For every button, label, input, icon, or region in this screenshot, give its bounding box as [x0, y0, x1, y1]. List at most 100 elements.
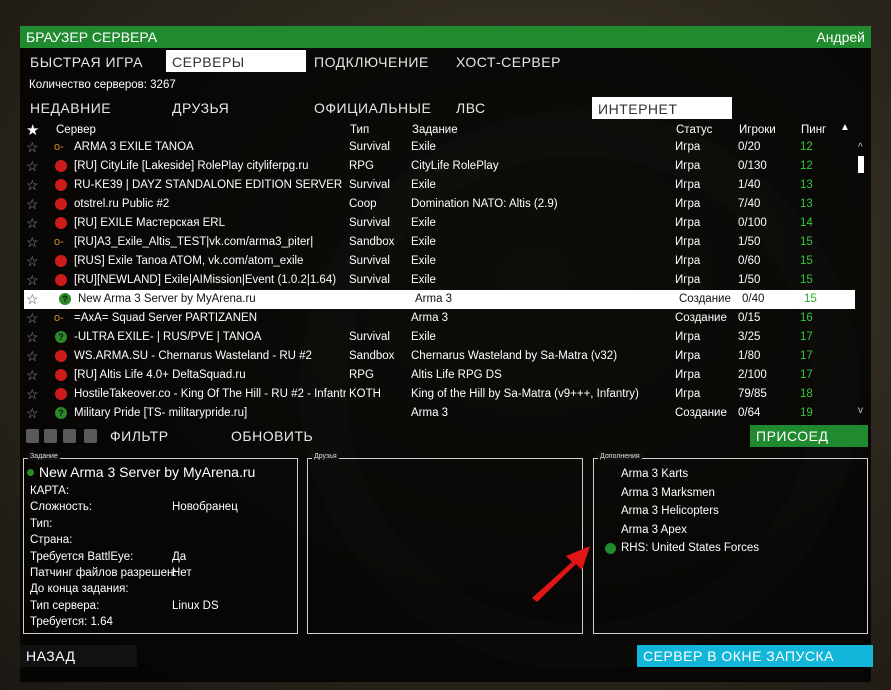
- server-status: Игра: [675, 179, 701, 191]
- server-row[interactable]: ☆? New Arma 3 Server by MyArena.ru Arma 3 С…: [24, 290, 855, 309]
- server-row[interactable]: ☆ HostileTakeover.co - King Of The Hill -…: [20, 385, 856, 404]
- column-players[interactable]: Игроки: [739, 124, 776, 136]
- favorite-star-icon[interactable]: ☆: [26, 138, 39, 157]
- filter-mods-icon[interactable]: [63, 429, 76, 443]
- server-status-dot-icon: [27, 469, 34, 476]
- server-name: [RU] EXILE Мастерская ERL: [74, 217, 225, 229]
- server-status: Игра: [675, 217, 701, 229]
- server-ping: 19: [800, 407, 813, 419]
- password-key-icon: o‑: [54, 236, 64, 248]
- column-headers: ★ Сервер Тип Задание Статус Игроки Пинг: [20, 121, 871, 139]
- server-mission: Exile: [411, 141, 436, 153]
- friends-label: Друзья: [312, 453, 339, 460]
- column-server[interactable]: Сервер: [56, 124, 96, 136]
- column-status[interactable]: Статус: [676, 124, 712, 136]
- server-status: Игра: [675, 141, 701, 153]
- server-row[interactable]: ☆? Military Pride [TS- militarypride.ru] A…: [20, 404, 856, 423]
- list-toolbar: ФИЛЬТР ОБНОВИТЬ ПРИСОЕД: [20, 425, 871, 447]
- tab-friends[interactable]: ДРУЗЬЯ: [166, 96, 306, 118]
- favorite-star-icon[interactable]: ☆: [26, 214, 39, 233]
- tab-recent[interactable]: НЕДАВНИЕ: [24, 96, 164, 118]
- server-row[interactable]: ☆ [RUS] Exile Tanoa ATOM, vk.com/atom_exi…: [20, 252, 856, 271]
- server-ping: 13: [800, 179, 813, 191]
- server-type: Survival: [349, 141, 390, 153]
- favorite-star-icon[interactable]: ☆: [26, 290, 39, 309]
- addons-panel: Дополнения Arma 3 Karts Arma 3 Marksmen …: [593, 453, 868, 634]
- favorite-star-icon[interactable]: ☆: [26, 233, 39, 252]
- server-row[interactable]: ☆ otstrel.ru Public #2 Coop Domination NATO…: [20, 195, 856, 214]
- tab-quick-play[interactable]: БЫСТРАЯ ИГРА: [24, 50, 164, 72]
- server-players: 0/64: [738, 407, 761, 419]
- server-row[interactable]: ☆ [RU] CityLife [Lakeside] RolePlay cityl…: [20, 157, 856, 176]
- server-row[interactable]: ☆ [RU][NEWLAND] Exile|AIMission|Event (1.…: [20, 271, 856, 290]
- server-ping: 13: [800, 198, 813, 210]
- server-mission: Exile: [411, 179, 436, 191]
- scroll-down-icon[interactable]: v: [858, 405, 863, 416]
- server-name: RU-KE39 | DAYZ STANDALONE EDITION SERVER: [74, 179, 343, 191]
- favorite-star-icon[interactable]: ☆: [26, 271, 39, 290]
- favorite-star-icon[interactable]: ☆: [26, 366, 39, 385]
- server-row[interactable]: ☆ [RU] Altis Life 4.0+ DeltaSquad.ru RPG Al…: [20, 366, 856, 385]
- back-button[interactable]: НАЗАД: [20, 645, 137, 667]
- server-mission: Chernarus Wasteland by Sa-Matra (v32): [411, 350, 618, 362]
- favorite-star-icon[interactable]: ☆: [26, 347, 39, 366]
- server-count: Количество серверов: 3267: [29, 79, 176, 91]
- tab-servers[interactable]: СЕРВЕРЫ: [166, 50, 306, 72]
- info-key: Требуется: 1.64: [30, 616, 113, 629]
- favorite-star-icon[interactable]: ☆: [26, 309, 39, 328]
- info-value: Нет: [172, 567, 192, 579]
- tab-host-server[interactable]: ХОСТ-СЕРВЕР: [450, 50, 590, 72]
- favorite-star-icon[interactable]: ☆: [26, 328, 39, 347]
- info-key: Требуется BattlEye:: [30, 550, 134, 563]
- favorite-star-icon[interactable]: ☆: [26, 404, 39, 423]
- filter-gear-icon[interactable]: [84, 429, 97, 443]
- column-type[interactable]: Тип: [350, 124, 369, 136]
- tab-internet[interactable]: ИНТЕРНЕТ: [592, 97, 732, 119]
- scrollbar-thumb[interactable]: [858, 156, 864, 173]
- server-in-launcher-button[interactable]: СЕРВЕР В ОКНЕ ЗАПУСКА: [637, 645, 873, 667]
- column-ping[interactable]: Пинг: [801, 124, 826, 136]
- server-ping: 15: [800, 255, 813, 267]
- server-row[interactable]: ☆ WS.ARMA.SU - Chernarus Wasteland - RU #…: [20, 347, 856, 366]
- join-button[interactable]: ПРИСОЕД: [750, 425, 868, 447]
- server-players: 1/50: [738, 236, 761, 248]
- password-key-icon: o‑: [54, 312, 64, 324]
- server-row[interactable]: ☆ o‑ ARMA 3 EXILE TANOA Survival Exile Игра 0/…: [20, 138, 856, 157]
- top-tabs: БЫСТРАЯ ИГРА СЕРВЕРЫ ПОДКЛЮЧЕНИЕ ХОСТ-СЕ…: [20, 50, 871, 72]
- scroll-up-icon[interactable]: ^: [858, 142, 863, 153]
- tab-official[interactable]: ОФИЦИАЛЬНЫЕ: [308, 96, 448, 118]
- server-ping: 17: [800, 350, 813, 362]
- server-row[interactable]: ☆ o‑ [RU]A3_Exile_Altis_TEST|vk.com/arma3_…: [20, 233, 856, 252]
- server-row[interactable]: ☆ RU-KE39 | DAYZ STANDALONE EDITION SERVE…: [20, 176, 856, 195]
- server-row[interactable]: ☆? -ULTRA EXILE- | RUS/PVE | TANOA Surviva…: [20, 328, 856, 347]
- favorite-star-icon[interactable]: ☆: [26, 176, 39, 195]
- server-row[interactable]: ☆ [RU] EXILE Мастерская ERL Survival Exile И…: [20, 214, 856, 233]
- tab-connect[interactable]: ПОДКЛЮЧЕНИЕ: [308, 50, 448, 72]
- tab-lan[interactable]: ЛВС: [450, 96, 590, 118]
- server-status: Игра: [675, 255, 701, 267]
- info-key: Тип сервера:: [30, 599, 100, 612]
- server-status: Игра: [675, 198, 701, 210]
- red-pointer-arrow-icon: [532, 546, 590, 602]
- refresh-button[interactable]: ОБНОВИТЬ: [225, 425, 345, 447]
- favorite-star-icon[interactable]: ☆: [26, 252, 39, 271]
- favorite-column-star-icon[interactable]: ★: [26, 121, 39, 139]
- server-type: Sandbox: [349, 350, 395, 362]
- server-name: =AxA= Squad Server PARTIZANEN: [74, 312, 258, 324]
- favorite-star-icon[interactable]: ☆: [26, 157, 39, 176]
- server-type: RPG: [349, 369, 374, 381]
- server-row[interactable]: ☆ o‑ =AxA= Squad Server PARTIZANEN Arma 3 Со…: [20, 309, 856, 328]
- server-players: 2/100: [738, 369, 767, 381]
- server-ping: 14: [800, 217, 813, 229]
- filter-button[interactable]: ФИЛЬТР: [104, 425, 224, 447]
- column-mission[interactable]: Задание: [412, 124, 458, 136]
- favorite-star-icon[interactable]: ☆: [26, 195, 39, 214]
- favorite-star-icon[interactable]: ☆: [26, 385, 39, 404]
- password-key-icon: o‑: [54, 141, 64, 153]
- filter-lock-icon[interactable]: [26, 429, 39, 443]
- server-type: Coop: [349, 198, 377, 210]
- addon-item: Arma 3 Marksmen: [621, 487, 715, 499]
- server-name: [RU] Altis Life 4.0+ DeltaSquad.ru: [74, 369, 246, 381]
- filter-battleye-icon[interactable]: [44, 429, 57, 443]
- mission-info-label: Задание: [28, 453, 60, 460]
